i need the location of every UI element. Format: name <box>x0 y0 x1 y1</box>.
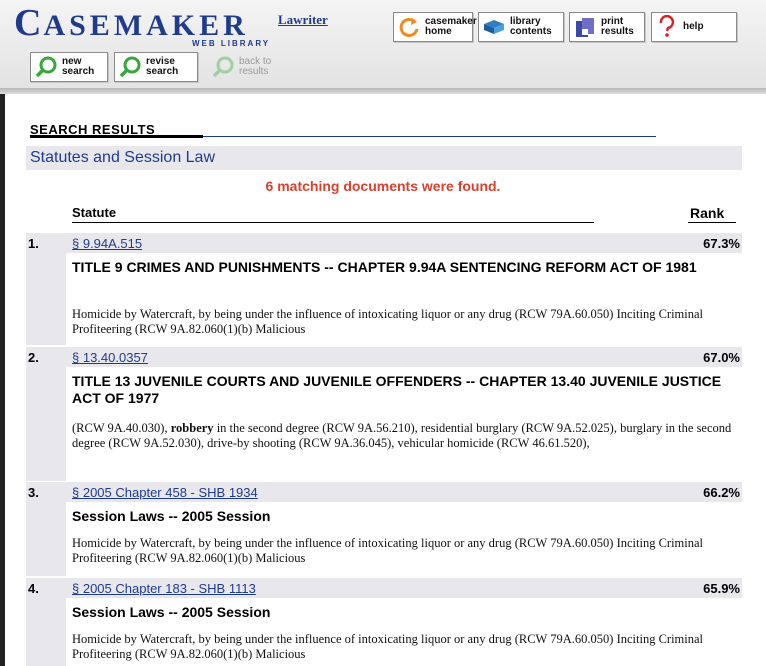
result-link[interactable]: § 2005 Chapter 183 - SHB 1113 <box>72 581 256 596</box>
result-rank: 67.3% <box>703 236 740 251</box>
result-rank: 66.2% <box>703 485 740 500</box>
result-link[interactable]: § 13.40.0357 <box>72 350 148 365</box>
result-gutter <box>26 502 66 576</box>
result-link[interactable]: § 2005 Chapter 458 - SHB 1934 <box>72 485 258 500</box>
heading-divider-accent <box>30 135 203 138</box>
print-icon <box>572 14 598 40</box>
column-header-statute: Statute <box>72 205 117 220</box>
casemaker-logo[interactable]: CASEMAKER WEB LIBRARY <box>14 2 268 48</box>
result-snippet: Homicide by Watercraft, by being under t… <box>72 307 704 336</box>
magnifier-icon <box>33 54 59 80</box>
result-title: TITLE 9 CRIMES AND PUNISHMENTS -- CHAPTE… <box>72 259 697 275</box>
result-number-cell: 1. <box>26 233 66 253</box>
magnifier-icon <box>117 54 143 80</box>
result-number: 4. <box>28 581 39 596</box>
revise-search-label: revise search <box>146 56 179 77</box>
result-number-cell: 2. <box>26 347 66 367</box>
result-number: 1. <box>28 236 39 251</box>
magnifier-icon <box>210 54 236 80</box>
snippet-text: (RCW 9A.40.030), <box>72 421 171 435</box>
casemaker-home-label: casemaker home <box>425 16 477 37</box>
new-search-label: new search <box>62 56 95 77</box>
result-number: 3. <box>28 485 39 500</box>
result-number-cell: 4. <box>26 578 66 598</box>
home-refresh-icon <box>396 14 422 40</box>
result-title: Session Laws -- 2005 Session <box>72 508 271 524</box>
print-results-label: print results <box>601 16 634 37</box>
library-book-icon <box>481 14 507 40</box>
back-to-results-label: back to results <box>239 56 272 77</box>
help-question-icon <box>654 14 680 40</box>
logo-subtitle: WEB LIBRARY <box>192 39 271 48</box>
snippet-highlight: robbery <box>170 421 214 435</box>
lawriter-link[interactable]: Lawriter <box>278 12 328 28</box>
library-contents-button[interactable]: library contents <box>478 12 564 42</box>
column-header-rank: Rank <box>690 205 725 221</box>
casemaker-home-button[interactable]: casemaker home <box>393 12 477 42</box>
result-rank: 65.9% <box>703 581 740 596</box>
result-header-bar: 67.0% <box>66 347 742 367</box>
result-gutter <box>26 253 66 345</box>
library-contents-label: library contents <box>510 16 552 37</box>
result-number: 2. <box>28 350 39 365</box>
print-results-button[interactable]: print results <box>569 12 645 42</box>
result-gutter <box>26 367 66 481</box>
result-title: Session Laws -- 2005 Session <box>72 604 271 620</box>
result-header-bar: 67.3% <box>66 233 742 253</box>
result-snippet: Homicide by Watercraft, by being under t… <box>72 536 704 565</box>
column-header-statute-rule <box>72 222 594 223</box>
result-number-cell: 3. <box>26 482 66 502</box>
result-rank: 67.0% <box>703 350 740 365</box>
match-count-message: 6 matching documents were found. <box>265 178 501 194</box>
result-snippet: (RCW 9A.40.030), robbery in the second d… <box>72 421 740 451</box>
result-link[interactable]: § 9.94A.515 <box>72 236 142 251</box>
revise-search-button[interactable]: revise search <box>114 52 198 82</box>
help-button[interactable]: help <box>651 12 737 42</box>
app-header: CASEMAKER WEB LIBRARY Lawriter casemaker… <box>0 0 766 88</box>
logo-wordmark: CASEMAKER <box>14 2 249 44</box>
category-title: Statutes and Session Law <box>30 149 216 166</box>
new-search-button[interactable]: new search <box>30 52 108 82</box>
column-header-rank-rule <box>688 222 736 223</box>
back-to-results-button: back to results <box>208 52 282 82</box>
result-snippet: Homicide by Watercraft, by being under t… <box>72 632 704 661</box>
result-title: TITLE 13 JUVENILE COURTS AND JUVENILE OF… <box>72 373 722 406</box>
header-divider <box>0 88 766 94</box>
category-bar: Statutes and Session Law <box>26 146 742 170</box>
help-label: help <box>683 21 704 32</box>
result-gutter <box>26 598 66 666</box>
